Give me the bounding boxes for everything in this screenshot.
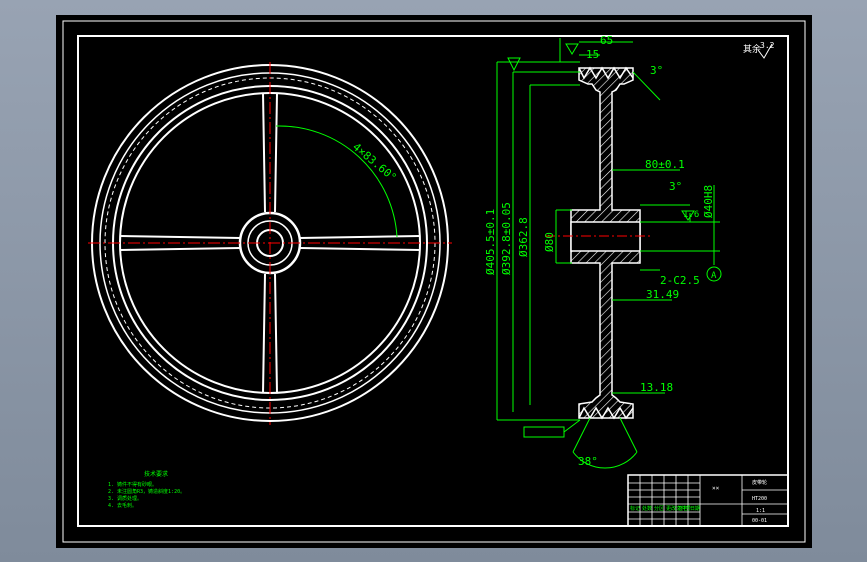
hub-len-text: 31.49 bbox=[646, 288, 679, 301]
row-label-5: 日期 bbox=[690, 506, 700, 512]
cad-window: 4×83.60° 65 15 3° 80±0.1 3° 1.6 Ø40H8 Ø4… bbox=[0, 0, 867, 562]
drawing-no-text: 00-01 bbox=[752, 518, 767, 524]
hub-dia-text: Ø80 bbox=[543, 232, 556, 252]
note-line-1: 1. 铸件不得有砂眼。 bbox=[108, 481, 157, 488]
title-cell-x: ×× bbox=[712, 485, 720, 492]
general-roughness-value: 3.2 bbox=[760, 41, 775, 50]
material-text: HT200 bbox=[752, 496, 767, 502]
chamfer-text: 2-C2.5 bbox=[660, 274, 700, 287]
datum-text: A bbox=[711, 271, 717, 281]
general-roughness-label: 其余 bbox=[743, 43, 761, 55]
hub-angle-text: 3° bbox=[669, 180, 682, 193]
drawing-canvas[interactable]: 4×83.60° 65 15 3° 80±0.1 3° 1.6 Ø40H8 Ø4… bbox=[0, 0, 867, 562]
od-text: Ø405.5±0.1 bbox=[484, 209, 497, 275]
dim-offset-text: 15 bbox=[586, 48, 599, 61]
scale-text: 1:1 bbox=[756, 508, 765, 514]
row-label-1: 处数 bbox=[642, 505, 652, 512]
row-label-4: 签名 bbox=[678, 505, 688, 512]
dim-top-width-text: 65 bbox=[600, 34, 613, 47]
note-line-4: 4. 去毛刺。 bbox=[108, 502, 137, 509]
bore-depth-text: 80±0.1 bbox=[645, 158, 685, 171]
groove-angle-text: 38° bbox=[578, 455, 598, 468]
bore-fit-text: Ø40H8 bbox=[702, 185, 715, 218]
rim-inner-text: Ø362.8 bbox=[517, 217, 530, 257]
groove-angle-top-text: 3° bbox=[650, 64, 663, 77]
pitch-dia-text: Ø392.8±0.05 bbox=[500, 202, 513, 275]
row-label-0: 标记 bbox=[630, 505, 640, 512]
web-pos-text: 13.18 bbox=[640, 381, 673, 394]
row-label-2: 分区 bbox=[654, 505, 664, 512]
note-line-3: 3. 调质处理。 bbox=[108, 495, 142, 502]
note-line-2: 2. 未注圆角R3，铸造斜度1:20。 bbox=[108, 488, 185, 495]
part-name-text: 皮带轮 bbox=[752, 479, 767, 486]
runout-tol-text: 1.6 bbox=[683, 210, 699, 220]
notes-title: 技术要求 bbox=[144, 470, 168, 478]
